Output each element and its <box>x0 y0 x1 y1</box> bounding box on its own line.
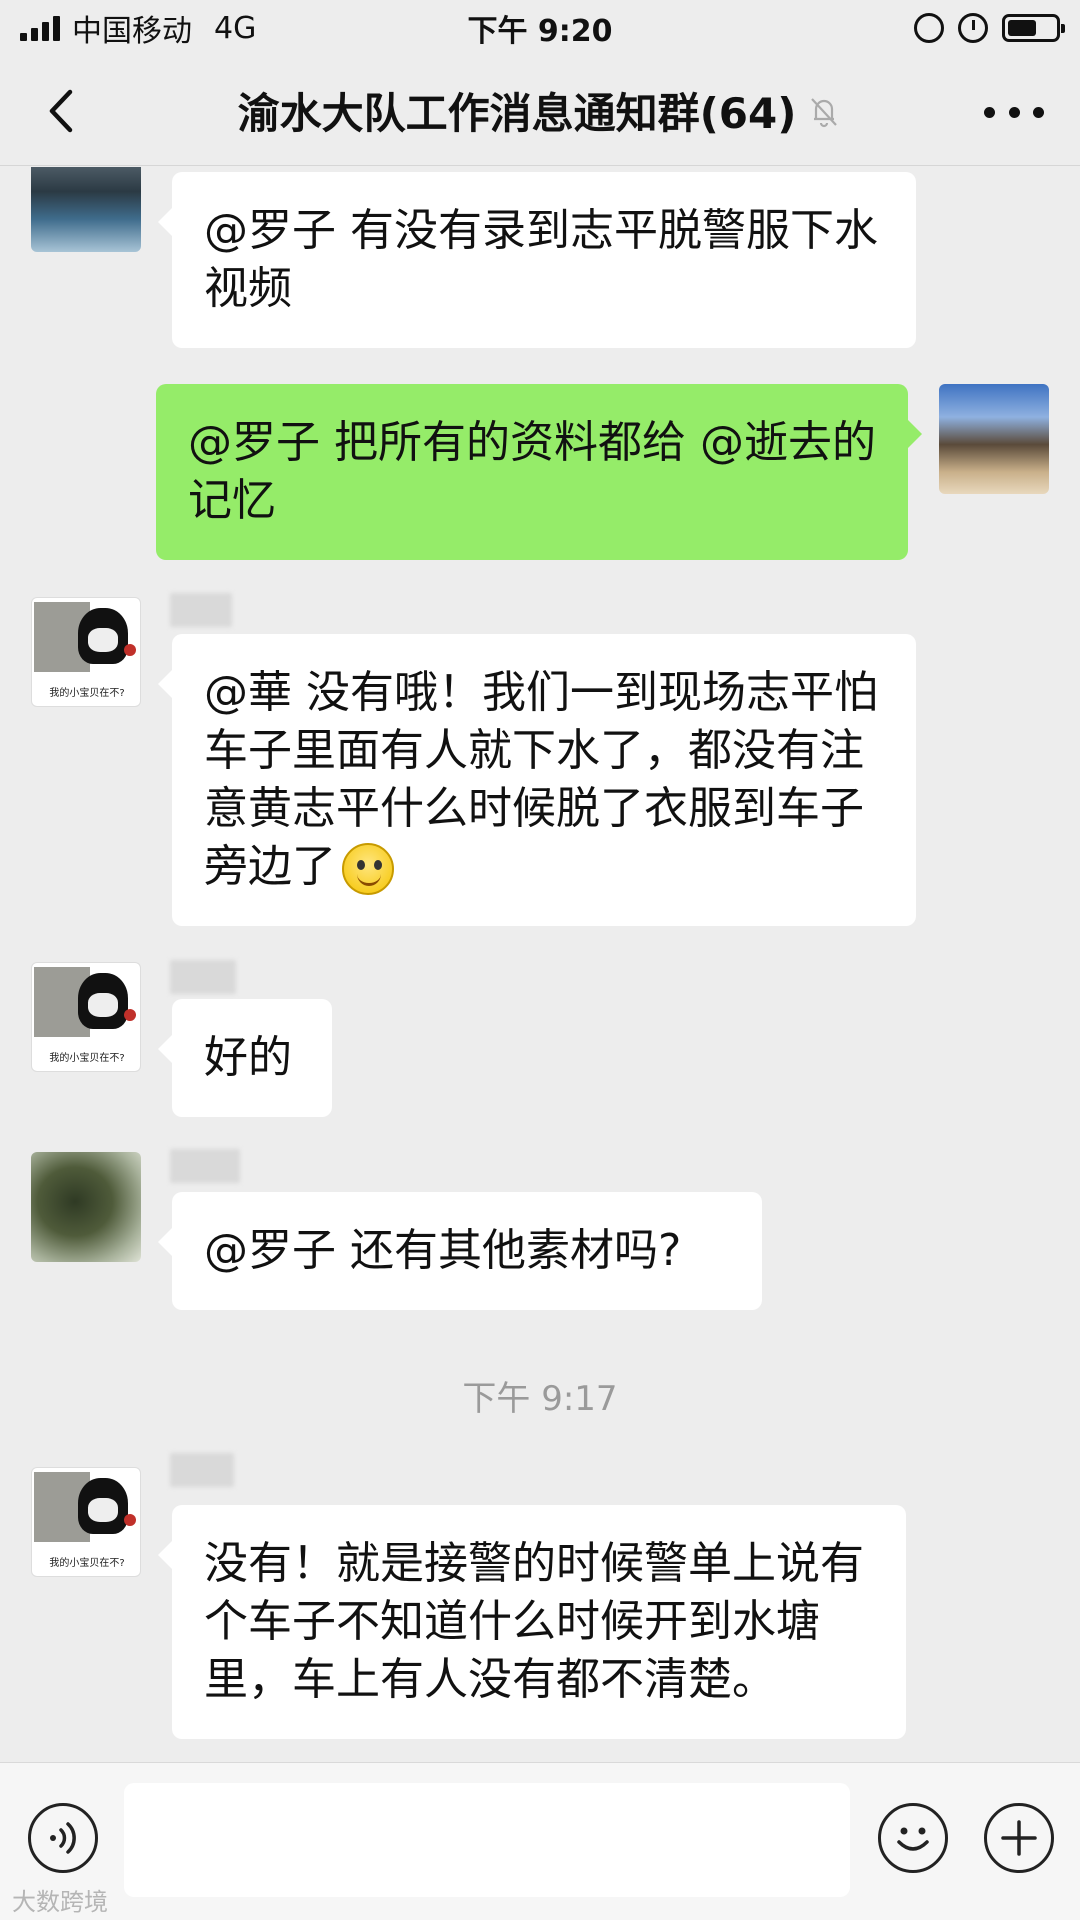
chat-title-group[interactable]: 渝水大队工作消息通知群(64) <box>238 80 843 141</box>
input-bar <box>0 1762 1080 1920</box>
message-bubble[interactable]: @罗子 还有其他素材吗? <box>158 1192 762 1310</box>
avatar-face-skin <box>88 993 118 1017</box>
bell-off-icon <box>811 97 838 127</box>
message-bubble[interactable]: 没有！就是接警的时候警单上说有个车子不知道什么时候开到水塘里，车上有人没有都不清… <box>158 1505 906 1739</box>
sender-name-blurred <box>170 1453 234 1487</box>
avatar-caption: 我的小宝贝在不? <box>49 1558 125 1569</box>
timestamp: 下午 9:17 <box>462 1379 618 1419</box>
back-button[interactable] <box>36 84 90 138</box>
sender-name-blurred <box>170 960 236 994</box>
status-right <box>914 13 1065 43</box>
emoji-icon <box>897 1827 929 1851</box>
avatar-face-skin <box>88 1498 118 1522</box>
avatar[interactable] <box>31 167 141 252</box>
message-text: @華 没有哦！我们一到现场志平怕车子里面有人就下水了，都没有注意黄志平什么时候脱… <box>204 667 878 892</box>
voice-button[interactable] <box>28 1803 98 1873</box>
voice-icon <box>50 1822 76 1854</box>
network-label: 4G <box>214 10 257 46</box>
message-bubble[interactable]: @華 没有哦！我们一到现场志平怕车子里面有人就下水了，都没有注意黄志平什么时候脱… <box>158 634 916 926</box>
watermark-label: 大数跨境 <box>12 1888 108 1916</box>
status-left: 中国移动 4G <box>20 6 256 50</box>
message-bubble[interactable]: @罗子 有没有录到志平脱警服下水视频 <box>158 172 916 348</box>
status-bar: 中国移动 4G 下午 9:20 <box>0 0 1080 56</box>
message-bubble[interactable]: 好的 <box>158 999 332 1117</box>
emoji-button[interactable] <box>878 1803 948 1873</box>
signal-icon <box>20 15 60 41</box>
avatar-caption: 我的小宝贝在不? <box>49 688 125 699</box>
plus-icon <box>1001 1820 1037 1856</box>
meme-avatar[interactable]: 我的小宝贝在不? <box>31 1467 141 1577</box>
message-bubble-self[interactable]: @罗子 把所有的资料都给 @逝去的记忆 <box>156 384 922 560</box>
chevron-left-icon <box>49 89 73 133</box>
more-dot <box>1033 106 1044 118</box>
rotation-lock-icon <box>914 13 944 43</box>
battery-fill <box>1008 20 1036 36</box>
battery-icon <box>1002 14 1065 42</box>
plus-button[interactable] <box>984 1803 1054 1873</box>
rose-icon <box>124 1514 136 1526</box>
rose-icon <box>124 644 136 656</box>
avatar-caption: 我的小宝贝在不? <box>49 1053 125 1064</box>
chat-title: 渝水大队工作消息通知群(64) <box>237 89 797 138</box>
sender-name-blurred <box>170 1149 240 1183</box>
nav-bar: 渝水大队工作消息通知群(64) <box>0 56 1080 166</box>
more-dot <box>984 106 995 118</box>
sender-name-blurred <box>170 593 232 627</box>
meme-avatar[interactable]: 我的小宝贝在不? <box>31 597 141 707</box>
more-button[interactable] <box>984 92 1044 132</box>
self-avatar[interactable] <box>939 384 1049 494</box>
chat-area[interactable]: @罗子 有没有录到志平脱警服下水视频 @罗子 把所有的资料都给 @逝去的记忆 我… <box>0 167 1080 1762</box>
alarm-icon <box>958 13 988 43</box>
avatar-face-skin <box>88 628 118 652</box>
tree-avatar[interactable] <box>31 1152 141 1262</box>
more-dot <box>1008 106 1020 118</box>
message-input[interactable] <box>124 1783 850 1897</box>
smile-emoji-icon <box>342 843 394 895</box>
carrier-label: 中国移动 <box>72 14 192 49</box>
rose-icon <box>124 1009 136 1021</box>
meme-avatar[interactable]: 我的小宝贝在不? <box>31 962 141 1072</box>
